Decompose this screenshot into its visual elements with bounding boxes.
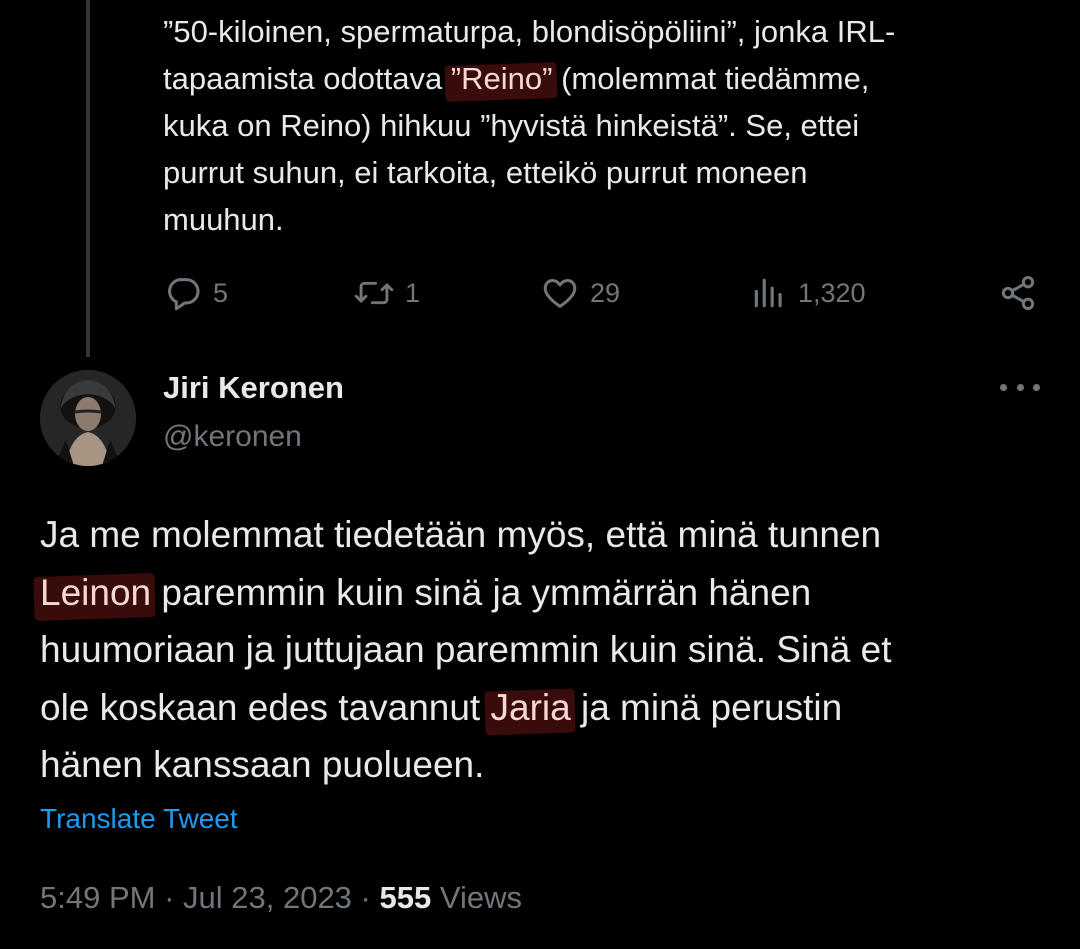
tweet-line: ole koskaan edes tavannut Jaria ja minä …: [40, 679, 1050, 737]
previous-tweet-text: ”50-kiloinen, spermaturpa, blondisöpölii…: [163, 8, 1063, 243]
tweet-text: Ja me molemmat tiedetään myös, että minä…: [40, 506, 1050, 794]
reply-icon: [163, 273, 203, 313]
views-count: 1,320: [798, 277, 866, 308]
text-fragment: (molemmat tiedämme,: [552, 61, 870, 96]
text-fragment: tapaamista odottava: [163, 61, 451, 96]
tweet-line: huumoriaan ja juttujaan paremmin kuin si…: [40, 629, 892, 670]
previous-tweet-line: kuka on Reino) hihkuu ”hyvistä hinkeistä…: [163, 108, 860, 143]
tweet-metadata: 5:49 PM · Jul 23, 2023 · 555 Views: [40, 880, 522, 916]
highlight-text: ”Reino”: [450, 61, 553, 96]
more-dots-icon: [1033, 383, 1040, 391]
translate-tweet-link[interactable]: Translate Tweet: [40, 803, 238, 835]
retweet-button[interactable]: 1: [353, 270, 420, 316]
tweet-views-count: 555: [379, 880, 432, 915]
tweet-date[interactable]: Jul 23, 2023: [183, 880, 352, 915]
share-icon: [998, 273, 1038, 313]
reply-button[interactable]: 5: [163, 270, 228, 316]
previous-tweet-action-bar: 5 1 29 1,320: [160, 270, 1040, 316]
previous-tweet-line: purrut suhun, ei tarkoita, etteikö purru…: [163, 155, 808, 190]
tweet-line: hänen kanssaan puolueen.: [40, 744, 485, 785]
views-bar-chart-icon: [750, 273, 788, 313]
highlight-text: Leinon: [40, 571, 152, 613]
highlighted-word-reino: ”Reino”: [451, 55, 553, 102]
share-button[interactable]: [998, 270, 1038, 316]
like-count: 29: [590, 277, 621, 308]
text-fragment: paremmin kuin sinä ja ymmärrän hänen: [151, 571, 812, 613]
thread-connector-line: [86, 0, 90, 357]
retweet-icon: [353, 273, 395, 313]
more-options-button[interactable]: [1000, 372, 1040, 402]
previous-tweet-line: muuhun.: [163, 202, 284, 237]
highlight-text: Jaria: [490, 686, 571, 728]
author-handle[interactable]: @keronen: [163, 420, 302, 454]
text-fragment: ole koskaan edes tavannut: [40, 686, 491, 728]
like-button[interactable]: 29: [540, 270, 620, 316]
tweet-line: Ja me molemmat tiedetään myös, että minä…: [40, 514, 882, 555]
tweet-time[interactable]: 5:49 PM: [40, 880, 155, 915]
previous-tweet-line: ”50-kiloinen, spermaturpa, blondisöpölii…: [163, 14, 896, 49]
tweet-line: Leinon paremmin kuin sinä ja ymmärrän hä…: [40, 564, 1050, 622]
more-dots-icon: [1016, 383, 1024, 391]
avatar[interactable]: [40, 370, 136, 466]
highlighted-word-leinon: Leinon: [40, 564, 151, 622]
heart-icon: [540, 273, 580, 313]
avatar-image: [40, 370, 136, 466]
separator: ·: [351, 880, 380, 915]
more-dots-icon: [1000, 383, 1007, 391]
previous-tweet-line: tapaamista odottava ”Reino” (molemmat ti…: [163, 55, 1063, 102]
highlighted-word-jaria: Jaria: [491, 679, 571, 737]
text-fragment: ja minä perustin: [570, 686, 843, 728]
reply-count: 5: [213, 277, 229, 308]
author-name[interactable]: Jiri Keronen: [163, 370, 344, 406]
views-button[interactable]: 1,320: [750, 270, 866, 316]
retweet-count: 1: [405, 277, 421, 308]
tweet-views-label: Views: [431, 880, 522, 915]
separator: ·: [155, 880, 184, 915]
